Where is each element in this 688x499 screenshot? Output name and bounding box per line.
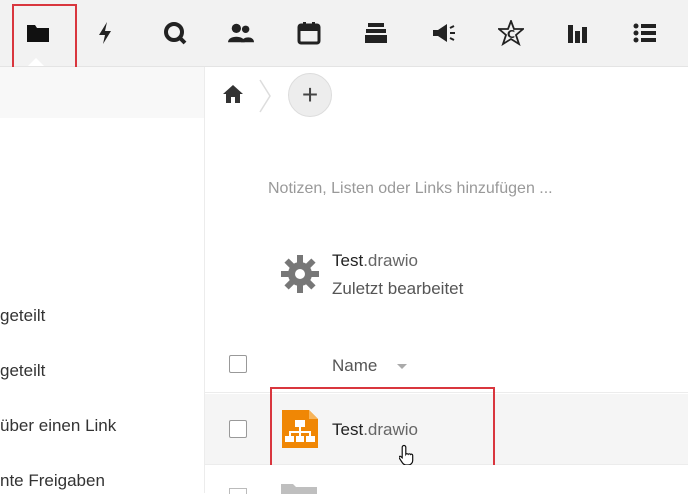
next-row-checkbox[interactable] — [229, 488, 247, 494]
analytics-bars-icon[interactable] — [565, 20, 591, 46]
rich-workspace-placeholder[interactable]: Notizen, Listen oder Links hinzufügen ..… — [268, 180, 553, 198]
file-list-header — [205, 340, 688, 393]
highlight-box-file — [270, 387, 495, 477]
sidebar-item-shared-by-link[interactable]: über einen Link — [0, 416, 116, 436]
recent-file-name[interactable]: Test.drawio — [332, 251, 418, 271]
talk-chat-icon[interactable] — [162, 20, 188, 46]
recent-file-status: Zuletzt bearbeitet — [332, 279, 464, 298]
recent-file-basename: Test — [332, 251, 364, 270]
file-select-checkbox[interactable] — [229, 420, 247, 438]
contacts-icon[interactable] — [228, 20, 254, 46]
breadcrumb-separator-icon — [259, 79, 271, 113]
activity-lightning-icon[interactable] — [92, 20, 118, 46]
sort-caret-icon[interactable] — [397, 364, 407, 369]
deck-stack-icon[interactable] — [363, 20, 389, 46]
list-item — [205, 465, 688, 493]
sidebar-selected-background — [0, 67, 204, 118]
sidebar-item-shared-with-others[interactable]: geteilt — [0, 361, 45, 381]
app-navigation-bar: C — [0, 0, 688, 67]
sidebar-item-shared-with-you[interactable]: geteilt — [0, 306, 45, 326]
circles-star-icon[interactable]: C — [498, 20, 524, 46]
announcements-megaphone-icon[interactable] — [431, 20, 457, 46]
home-icon[interactable] — [222, 84, 244, 109]
calendar-icon[interactable] — [296, 20, 322, 46]
new-item-button[interactable]: + — [288, 73, 332, 117]
gear-icon — [280, 254, 320, 299]
column-name-header[interactable]: Name — [332, 356, 377, 376]
select-all-checkbox[interactable] — [229, 355, 247, 373]
tasks-list-icon[interactable] — [632, 20, 658, 46]
recent-file-extension: .drawio — [363, 251, 418, 270]
svg-text:C: C — [507, 28, 515, 41]
folder-icon[interactable] — [281, 481, 317, 499]
sidebar-item-deleted-shares[interactable]: nte Freigaben — [0, 471, 105, 491]
